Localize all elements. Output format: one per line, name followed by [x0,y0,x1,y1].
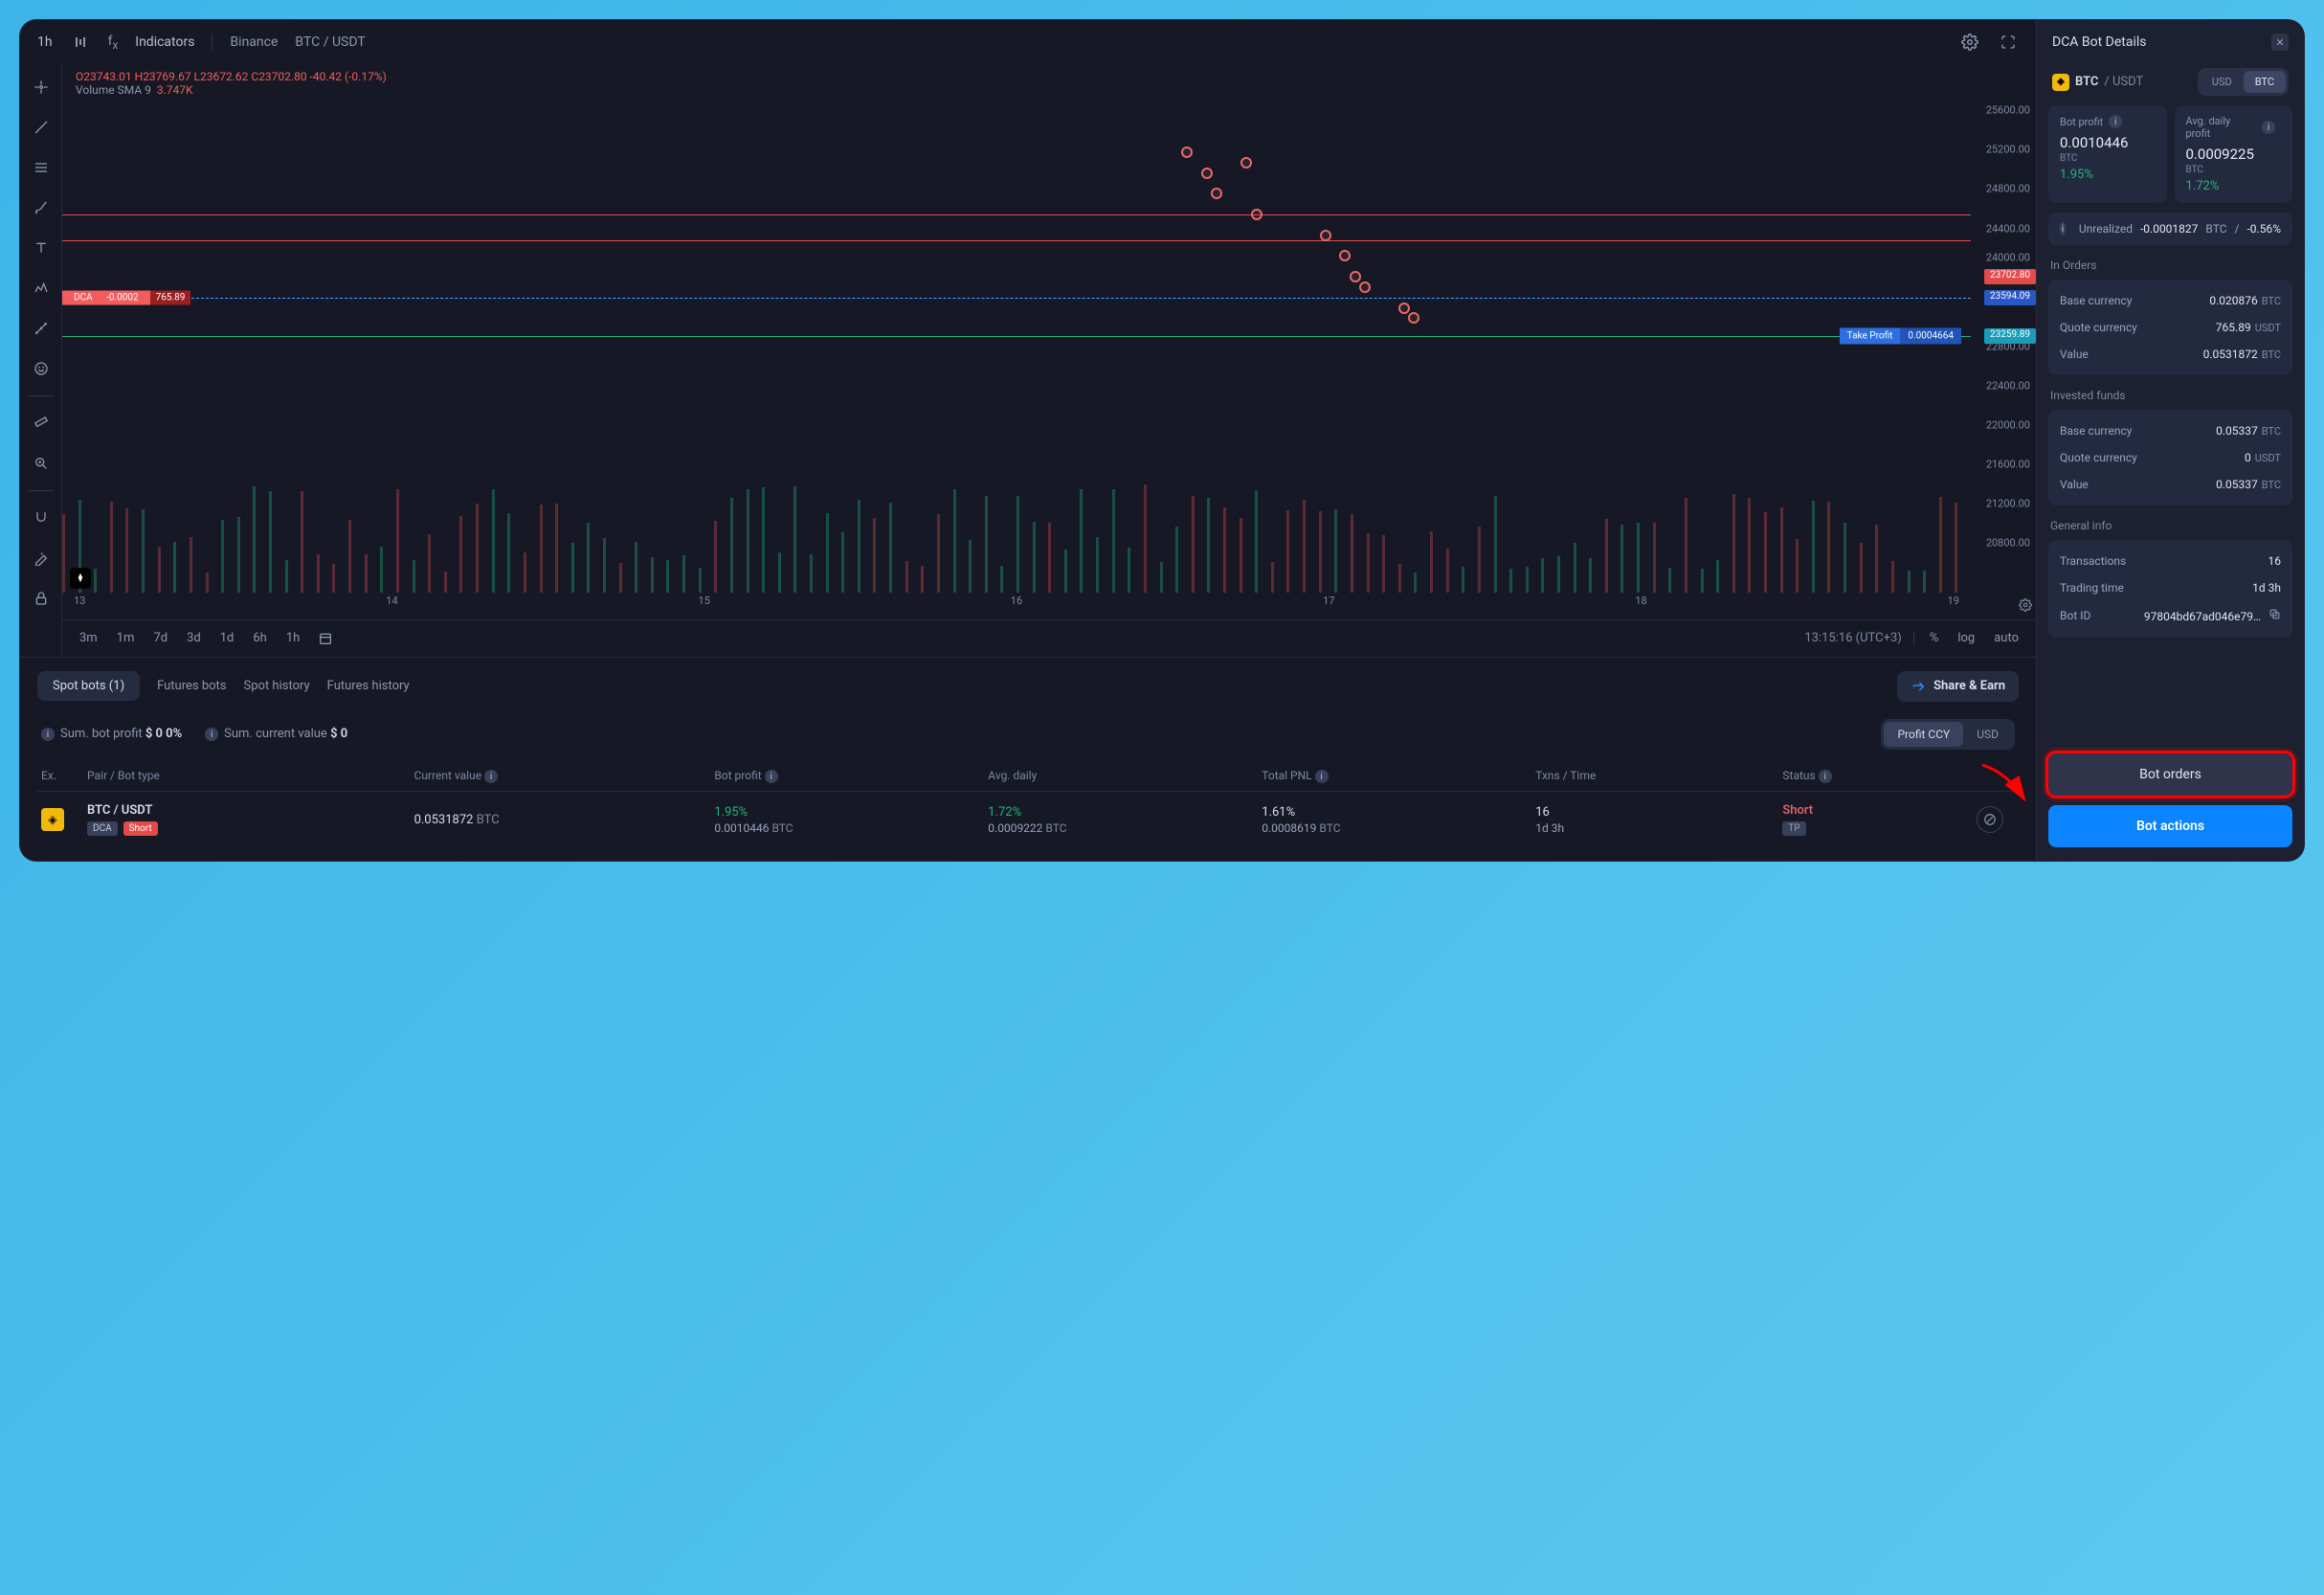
tab-spot-history[interactable]: Spot history [244,679,310,693]
row-stop-button[interactable] [1977,806,2003,833]
tf-3m[interactable]: 3m [76,629,101,647]
close-icon[interactable]: ✕ [2271,34,2289,51]
chart-area: O23743.01 H23769.67 L23672.62 C23702.80 … [20,64,2036,657]
left-column: 1h fx Indicators Binance BTC / USDT [20,20,2036,861]
binance-logo-icon: ◈ [2052,74,2069,91]
tf-3d[interactable]: 3d [183,629,205,647]
tf-1d[interactable]: 1d [216,629,238,647]
currency-switch[interactable]: Profit CCY USD [1881,719,2015,750]
toggle-btc[interactable]: BTC [2244,71,2286,93]
zoom-icon[interactable] [28,450,55,477]
badge-short: Short [123,821,158,836]
timeframe-selected[interactable]: 1h [37,34,53,50]
clock-display: 13:15:16 (UTC+3) [1804,631,1902,645]
brush-icon[interactable] [28,194,55,221]
chart-tool-rail [20,64,62,657]
summary-row: iSum. bot profit $ 0 0% iSum. current va… [37,702,2019,761]
ohlc-readout: O23743.01 H23769.67 L23672.62 C23702.80 … [62,64,2036,83]
section-invested: Invested funds [2050,389,2292,402]
table-header: Ex. Pair / Bot type Current value i Bot … [37,761,2019,793]
bots-panel: Spot bots (1) Futures bots Spot history … [20,657,2036,862]
log-toggle[interactable]: log [1954,629,1978,647]
info-icon: i [41,728,55,741]
bot-orders-button[interactable]: Bot orders [2048,753,2292,796]
price-tag-last: 23702.80 [1984,269,2036,284]
bot-actions-button[interactable]: Bot actions [2048,805,2292,847]
fx-label: fx [108,34,119,52]
tab-futures-bots[interactable]: Futures bots [157,679,226,693]
ccy-usd[interactable]: USD [1963,722,2012,747]
text-tool-icon[interactable] [28,235,55,261]
details-ccy-toggle[interactable]: USD BTC [2198,68,2289,96]
app-window: 1h fx Indicators Binance BTC / USDT [19,19,2305,862]
details-title: DCA Bot Details [2052,34,2147,50]
forecast-icon[interactable] [28,315,55,342]
info-icon: i [205,728,218,741]
gear-icon[interactable] [1959,32,1980,53]
exchange-label[interactable]: Binance [230,34,278,50]
tf-7d[interactable]: 7d [149,629,171,647]
lock-draw-icon[interactable] [28,545,55,572]
row-pair: BTC / USDT [87,803,407,818]
binance-logo-icon: ◈ [41,808,64,831]
details-panel: DCA Bot Details ✕ ◈ BTC / USDT USD BTC B… [2036,20,2304,861]
pair-label[interactable]: BTC / USDT [295,34,365,50]
price-tag-entry: 23594.09 [1984,290,2036,305]
goto-date-icon[interactable] [315,628,336,649]
bots-tabrow: Spot bots (1) Futures bots Spot history … [37,671,2019,702]
chart-pane[interactable]: O23743.01 H23769.67 L23672.62 C23702.80 … [62,64,2036,657]
ruler-icon[interactable] [28,410,55,437]
trendline-icon[interactable] [28,114,55,141]
chart-topbar: 1h fx Indicators Binance BTC / USDT [20,20,2036,64]
percent-toggle[interactable]: % [1926,629,1943,647]
candle-type-icon[interactable] [70,32,91,53]
fib-icon[interactable] [28,154,55,181]
indicators-button[interactable]: Indicators [135,34,194,50]
table-row[interactable]: ◈ BTC / USDT DCA Short 0.0531872 BTC 1.9… [37,792,2019,847]
axis-settings-icon[interactable] [2019,597,2032,616]
y-axis: 25600.0025200.0024800.0024400.0024000.00… [1971,101,2036,593]
magnet-icon[interactable] [28,505,55,531]
unrealized-card: i Unrealized -0.0001827 BTC / -0.56% [2048,213,2292,245]
section-in-orders: In Orders [2050,258,2292,272]
tab-spot-bots[interactable]: Spot bots (1) [37,671,140,701]
auto-toggle[interactable]: auto [1990,629,2022,647]
chart-bottombar: 3m 1m 7d 3d 1d 6h 1h 13:15:16 (UTC+3) % … [62,619,2036,657]
tf-1h[interactable]: 1h [282,629,303,647]
section-general: General info [2050,519,2292,532]
volume-sma-readout: Volume SMA 9 3.747K [62,83,2036,101]
ccy-profit-ccy[interactable]: Profit CCY [1884,722,1963,747]
chart-plot[interactable]: DCA -0.0002 765.89 Take Profit0.0004664 … [62,101,2036,619]
lock-icon[interactable] [28,585,55,612]
tf-1m[interactable]: 1m [113,629,139,647]
badge-dca: DCA [87,821,118,836]
card-bot-profit: Bot profiti 0.0010446 BTC 1.95% [2048,105,2167,203]
tf-6h[interactable]: 6h [249,629,270,647]
emoji-icon[interactable] [28,355,55,382]
price-tag-tp: 23259.89 [1984,328,2036,344]
pattern-icon[interactable] [28,275,55,302]
copy-icon[interactable] [2268,610,2281,623]
crosshair-icon[interactable] [28,74,55,101]
card-avg-daily: Avg. daily profiti 0.0009225 BTC 1.72% [2175,105,2293,203]
toggle-usd[interactable]: USD [2201,71,2244,93]
x-axis: 13141516171819 [62,595,1971,619]
tradingview-logo-icon: ⧫ [70,568,91,589]
share-earn-button[interactable]: Share & Earn [1897,671,2019,702]
fullscreen-icon[interactable] [1998,32,2019,53]
tab-futures-history[interactable]: Futures history [327,679,410,693]
